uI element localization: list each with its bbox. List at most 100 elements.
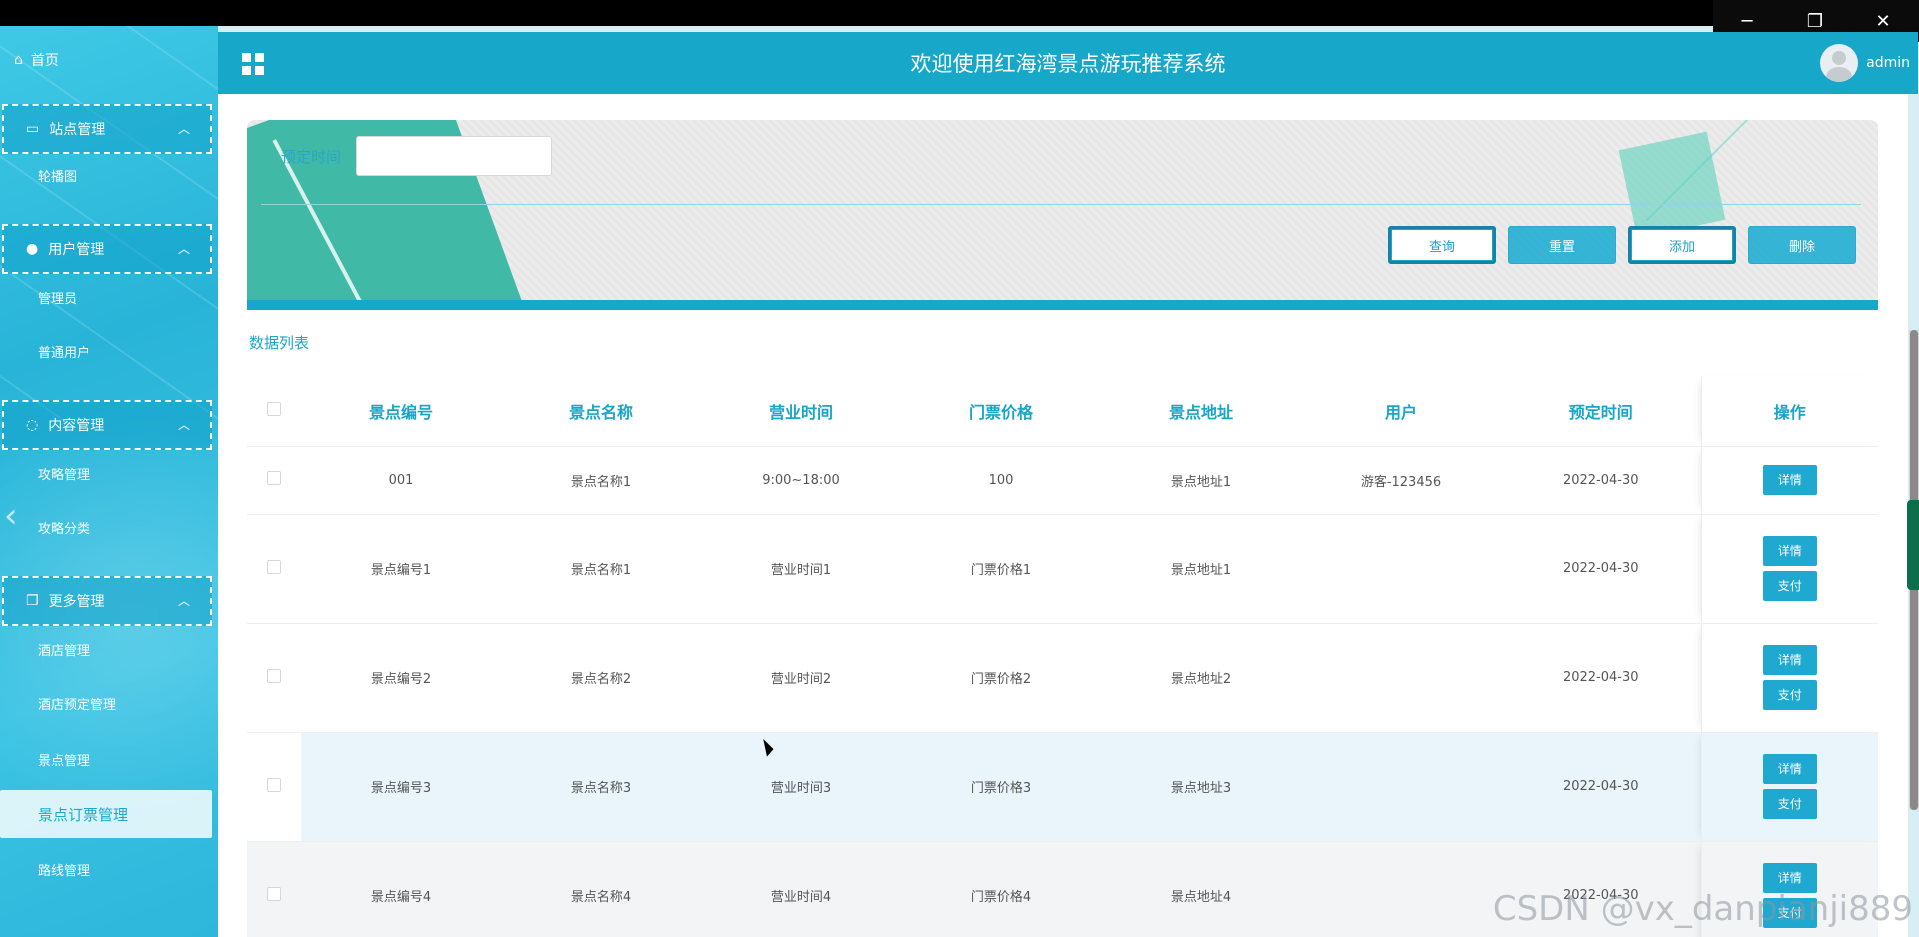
column-header: 景点名称 (501, 376, 701, 447)
row-checkbox[interactable] (267, 777, 281, 792)
cell-hours: 营业时间3 (701, 732, 901, 842)
username: admin (1866, 55, 1910, 71)
cell-name: 景点名称1 (501, 514, 701, 624)
sidebar-item-guides[interactable]: 攻略管理 (38, 464, 90, 483)
cell-address: 景点地址1 (1101, 446, 1301, 515)
sidebar-group-label: 站点管理 (49, 122, 106, 138)
user-menu[interactable]: admin (1816, 44, 1910, 82)
column-header: 门票价格 (901, 376, 1101, 447)
sidebar-group-content[interactable]: ◌ 内容管理 ︿ (2, 400, 212, 450)
delete-button[interactable]: 删除 (1748, 226, 1856, 264)
cell-actions: 详情 支付 (1700, 514, 1878, 624)
sidebar-item-admins[interactable]: 管理员 (38, 288, 77, 307)
chevron-up-icon: ︿ (177, 242, 190, 256)
column-header: 营业时间 (701, 376, 901, 447)
sidebar-item-hotel-booking[interactable]: 酒店预定管理 (38, 694, 116, 713)
row-checkbox[interactable] (267, 471, 281, 485)
sidebar-item-hotels[interactable]: 酒店管理 (38, 640, 90, 659)
cell-name: 景点名称3 (501, 732, 701, 842)
chat-icon: ◌ (26, 417, 39, 433)
column-header: 用户 (1301, 376, 1501, 447)
cell-price: 门票价格2 (901, 623, 1101, 733)
cell-code: 景点编号4 (301, 841, 501, 937)
sidebar-item-label: 首页 (30, 53, 59, 69)
page-title: 欢迎使用红海湾景点游玩推荐系统 (910, 52, 1226, 76)
row-checkbox[interactable] (267, 668, 281, 683)
booking-date-input[interactable] (356, 136, 552, 176)
cell-date: 2022-04-30 (1501, 623, 1701, 733)
pay-button[interactable]: 支付 (1762, 789, 1817, 819)
cell-actions: 详情 支付 (1700, 732, 1878, 842)
table-row: 景点编号1 景点名称1 营业时间1 门票价格1 景点地址1 2022-04-30… (247, 514, 1878, 624)
sidebar-group-users[interactable]: ● 用户管理 ︿ (2, 224, 212, 274)
reset-button[interactable]: 重置 (1508, 226, 1616, 264)
row-checkbox[interactable] (267, 886, 281, 901)
cell-user (1301, 732, 1501, 842)
cell-hours: 营业时间4 (701, 841, 901, 937)
sidebar-item-normal-users[interactable]: 普通用户 (38, 342, 90, 361)
cell-hours: 营业时间2 (701, 623, 901, 733)
cell-date: 2022-04-30 (1501, 514, 1701, 624)
monitor-icon: ▭ (26, 121, 40, 137)
cell-address: 景点地址1 (1101, 514, 1301, 624)
cell-price: 100 (901, 446, 1101, 515)
cell-code: 景点编号1 (301, 514, 501, 624)
sidebar-group-site[interactable]: ▭ 站点管理 ︿ (2, 104, 212, 154)
pay-button[interactable]: 支付 (1762, 680, 1817, 710)
row-checkbox[interactable] (267, 559, 281, 574)
sidebar-group-label: 用户管理 (48, 242, 105, 258)
sidebar-group-label: 更多管理 (48, 594, 105, 610)
select-all-checkbox[interactable] (267, 402, 281, 417)
row-select-cell (247, 446, 301, 515)
detail-button[interactable]: 详情 (1762, 536, 1817, 566)
cell-actions: 详情 (1700, 446, 1878, 515)
detail-button[interactable]: 详情 (1762, 645, 1817, 675)
table-header-row: 景点编号 景点名称 营业时间 门票价格 景点地址 用户 预定时间 操作 (247, 376, 1878, 447)
cell-hours: 营业时间1 (701, 514, 901, 624)
cell-user (1301, 623, 1501, 733)
data-table: 景点编号 景点名称 营业时间 门票价格 景点地址 用户 预定时间 操作 001 … (247, 376, 1878, 937)
cell-price: 门票价格3 (901, 732, 1101, 842)
sidebar-group-label: 内容管理 (48, 418, 105, 434)
window-titlebar (0, 0, 1919, 26)
cell-code: 001 (301, 446, 501, 515)
table-row: 景点编号3 景点名称3 营业时间3 门票价格3 景点地址3 2022-04-30… (247, 732, 1878, 842)
chevron-up-icon: ︿ (177, 594, 190, 608)
column-header: 景点地址 (1101, 376, 1301, 447)
cell-actions: 详情 支付 (1700, 623, 1878, 733)
cell-user (1301, 841, 1501, 937)
chevron-left-icon[interactable]: ‹ (4, 496, 18, 536)
column-header: 预定时间 (1501, 376, 1701, 447)
cell-name: 景点名称1 (501, 446, 701, 515)
detail-button[interactable]: 详情 (1762, 754, 1817, 784)
cell-hours: 9:00~18:00 (701, 446, 901, 515)
user-icon: ● (26, 241, 39, 257)
cell-user: 游客-123456 (1301, 446, 1501, 515)
column-header: 景点编号 (301, 376, 501, 447)
cell-price: 门票价格1 (901, 514, 1101, 624)
add-button[interactable]: 添加 (1628, 226, 1736, 264)
table-row: 景点编号2 景点名称2 营业时间2 门票价格2 景点地址2 2022-04-30… (247, 623, 1878, 733)
cell-code: 景点编号3 (301, 732, 501, 842)
list-title: 数据列表 (249, 334, 310, 352)
sidebar-item-carousel[interactable]: 轮播图 (38, 166, 77, 185)
cell-code: 景点编号2 (301, 623, 501, 733)
watermark: CSDN @vx_danpianji889 (1492, 889, 1913, 929)
detail-button[interactable]: 详情 (1762, 465, 1817, 495)
cell-name: 景点名称2 (501, 623, 701, 733)
main-content: 预定时间 查询 重置 添加 删除 数据列表 景点编号 景点名称 营业时间 门票价… (218, 94, 1908, 937)
sidebar-item-attractions[interactable]: 景点管理 (38, 750, 90, 769)
side-widget[interactable] (1907, 500, 1919, 590)
sidebar-item-attraction-tickets[interactable]: 景点订票管理 (0, 790, 212, 838)
chevron-up-icon: ︿ (177, 418, 190, 432)
sidebar-group-more[interactable]: ❐ 更多管理 ︿ (2, 576, 212, 626)
cell-price: 门票价格4 (901, 841, 1101, 937)
sidebar-item-routes[interactable]: 路线管理 (38, 860, 90, 879)
pay-button[interactable]: 支付 (1762, 571, 1817, 601)
sidebar-item-home[interactable]: ⌂ 首页 (14, 50, 59, 70)
cell-address: 景点地址4 (1101, 841, 1301, 937)
chevron-up-icon: ︿ (177, 122, 190, 136)
query-button[interactable]: 查询 (1388, 226, 1496, 264)
sidebar-item-guide-categories[interactable]: 攻略分类 (38, 518, 90, 537)
top-header: 欢迎使用红海湾景点游玩推荐系统 admin (218, 32, 1918, 94)
